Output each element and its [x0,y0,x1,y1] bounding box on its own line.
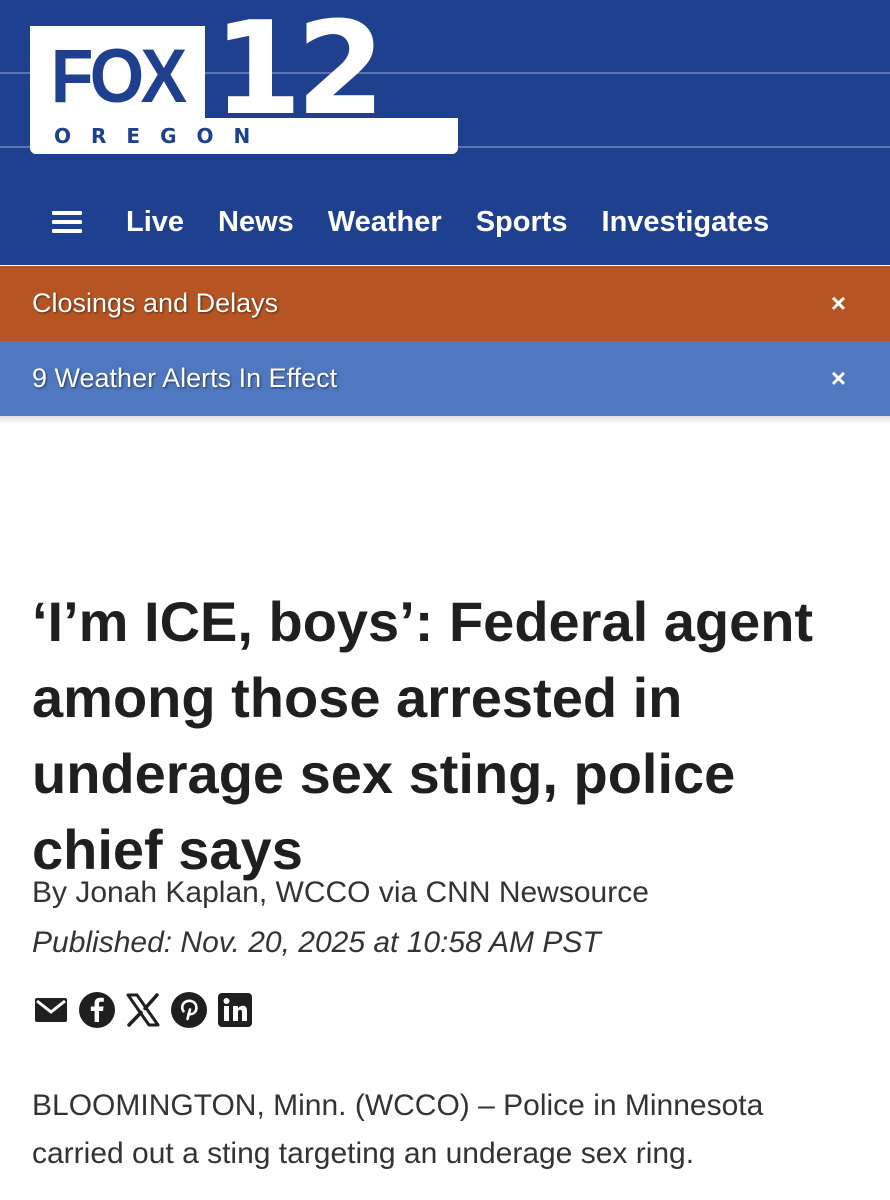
logo-region-block: OREGON [30,118,458,154]
email-icon[interactable] [32,990,70,1030]
pinterest-icon[interactable] [170,990,208,1030]
nav-item-weather[interactable]: Weather [328,206,442,239]
article-published-date: Published: Nov. 20, 2025 at 10:58 AM PST [32,926,601,959]
nav-item-sports[interactable]: Sports [476,206,568,239]
site-header: FOX 12 OREGON Live News Weather Sports I… [0,0,890,265]
nav-item-news[interactable]: News [218,206,294,239]
closings-alert-label[interactable]: Closings and Delays [32,288,278,319]
logo-region-text: OREGON [54,124,271,148]
fox12-logo[interactable]: FOX 12 OREGON [30,6,460,156]
weather-alert-label[interactable]: 9 Weather Alerts In Effect [32,363,337,394]
logo-fox-block: FOX [30,26,205,126]
alert-shadow [0,416,890,424]
logo-number-text: 12 [213,0,385,144]
linkedin-icon[interactable] [216,990,254,1030]
close-icon[interactable]: × [831,363,846,394]
nav-item-live[interactable]: Live [126,206,184,239]
logo-number-block: 12 [213,6,385,134]
closings-alert-bar[interactable]: Closings and Delays × [0,266,890,341]
weather-alert-bar[interactable]: 9 Weather Alerts In Effect × [0,341,890,416]
logo-fox-text: FOX [51,33,187,119]
article-body: BLOOMINGTON, Minn. (WCCO) – Police in Mi… [32,1089,764,1170]
facebook-icon[interactable] [78,990,116,1030]
close-icon[interactable]: × [831,288,846,319]
main-nav: Live News Weather Sports Investigates [52,200,803,244]
share-toolbar [32,990,262,1030]
article-headline: ‘I’m ICE, boys’: Federal agent among tho… [32,590,814,881]
nav-item-investigates[interactable]: Investigates [602,206,770,239]
hamburger-menu-icon[interactable] [52,211,82,233]
x-icon[interactable] [124,990,162,1030]
article-byline: By Jonah Kaplan, WCCO via CNN Newsource [32,876,649,909]
